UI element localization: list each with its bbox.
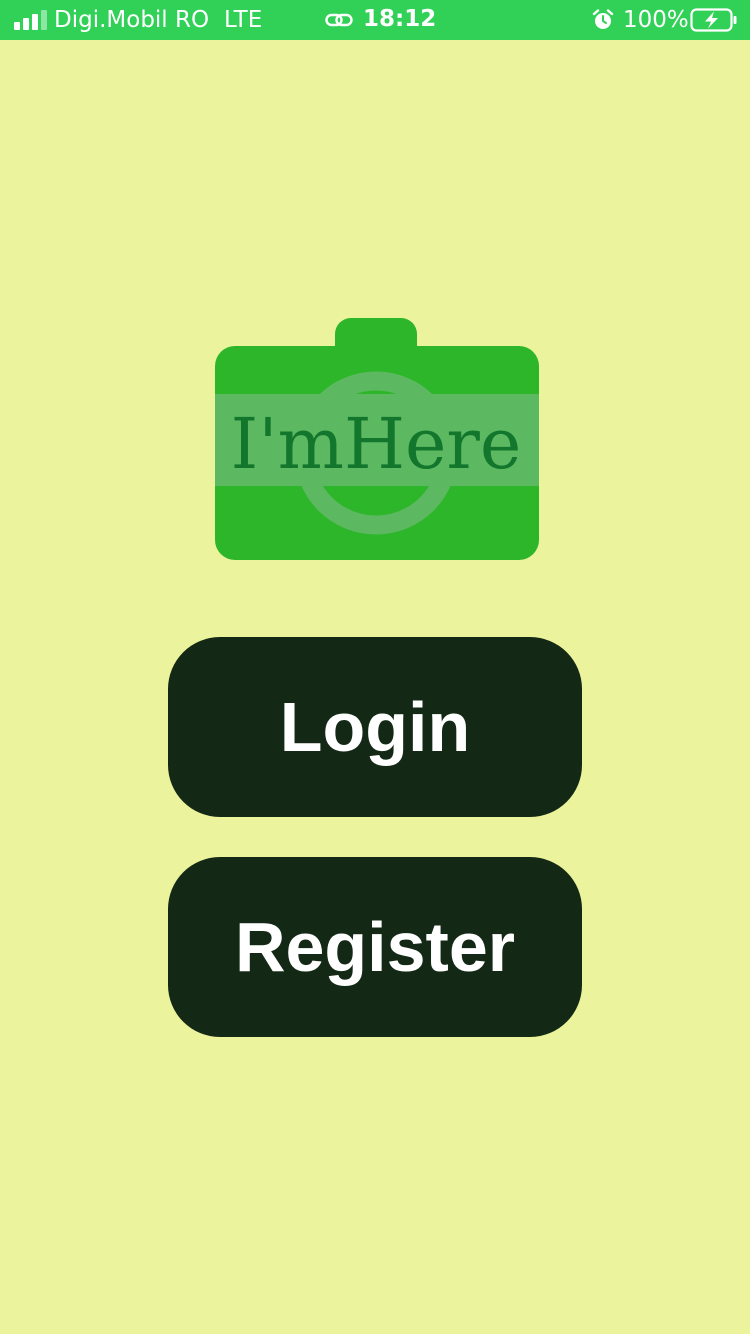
- logo-text: I'mHere: [231, 403, 522, 485]
- status-bar: Digi.Mobil RO LTE 18:12 100%: [0, 0, 750, 40]
- login-button[interactable]: Login: [168, 637, 582, 817]
- alarm-icon: [592, 9, 614, 29]
- signal-strength-icon: [14, 10, 48, 30]
- clock-time: 18:12: [363, 6, 437, 32]
- battery-percentage: 100%: [623, 7, 689, 33]
- link-icon: [325, 13, 353, 27]
- register-button[interactable]: Register: [168, 857, 582, 1037]
- carrier-name: Digi.Mobil RO: [54, 7, 210, 33]
- network-type: LTE: [224, 7, 263, 33]
- battery-charging-icon: [690, 8, 737, 32]
- app-logo: I'mHere: [215, 318, 539, 560]
